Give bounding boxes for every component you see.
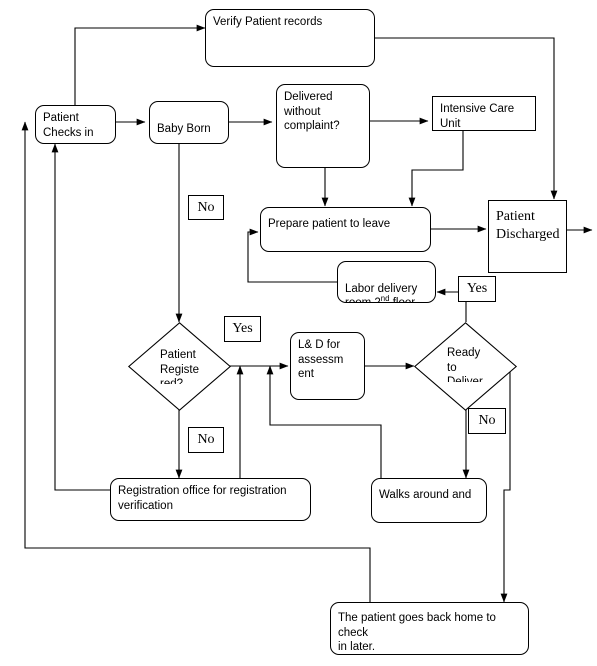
baby-born-line1: Baby Born [157,122,211,135]
node-baby-born-enroute[interactable]: Baby Born Enroute [149,101,229,144]
node-intensive-care-unit-label: Intensive Care Unit [440,103,515,130]
label-yes-registered: Yes [224,316,261,342]
node-verify-patient-records-label: Verify Patient records [213,16,323,28]
node-patient-registered[interactable]: Patient Registe red? [127,322,232,411]
labor-delivery-line2a: room 2 [345,297,381,303]
node-delivered-without-complaint-label: Delivered without complaint? [284,91,340,132]
node-patient-checks-in-label: Patient Checks in [43,112,94,139]
label-yes-ready: Yes [458,276,496,302]
node-patient-registered-label: Patient Registe red? [160,349,199,384]
node-verify-patient-records[interactable]: Verify Patient records [205,9,375,67]
node-prepare-patient-to-leave[interactable]: Prepare patient to leave [260,207,431,252]
label-no-registered: No [188,427,224,453]
node-ld-for-assessment[interactable]: L& D for assessm ent [290,332,365,400]
labor-delivery-line1: Labor delivery [345,282,418,295]
node-goes-back-home-label: The patient goes back home to check in l… [338,612,496,653]
node-registration-office-label: Registration office for registration ver… [118,485,287,512]
labor-delivery-ordinal: nd [380,294,390,303]
edge-checkin-to-verify [74,24,206,105]
node-prepare-patient-to-leave-label: Prepare patient to leave [268,218,391,230]
node-walks-around[interactable]: Walks around and [371,478,487,523]
node-delivered-without-complaint[interactable]: Delivered without complaint? [276,84,370,168]
node-baby-born-enroute-label: Baby Born Enroute [157,107,224,143]
node-ready-to-deliver-label: Ready to Deliver [447,347,483,382]
node-walks-around-label: Walks around and [379,489,472,501]
node-goes-back-home[interactable]: The patient goes back home to check in l… [330,602,529,655]
node-labor-delivery-room-label: Labor delivery room 2nd floor [345,267,431,303]
node-patient-discharged[interactable]: Patient Discharged [488,200,567,273]
node-patient-checks-in[interactable]: Patient Checks in [35,105,116,144]
flowchart-canvas: Verify Patient records Patient Checks in… [0,0,597,666]
label-no-baby-born: No [188,195,224,220]
edge-icu-to-prepare [408,131,464,207]
node-intensive-care-unit[interactable]: Intensive Care Unit [432,96,536,131]
node-ld-for-assessment-label: L& D for assessm ent [298,339,344,380]
node-registration-office[interactable]: Registration office for registration ver… [110,478,311,521]
labor-delivery-line2b: floor [389,297,416,303]
edge-registration-to-checkin [51,143,110,491]
label-no-ready: No [468,408,506,434]
node-labor-delivery-room[interactable]: Labor delivery room 2nd floor [337,261,436,303]
node-patient-discharged-label: Patient Discharged [496,209,560,242]
node-ready-to-deliver[interactable]: Ready to Deliver [413,322,518,411]
